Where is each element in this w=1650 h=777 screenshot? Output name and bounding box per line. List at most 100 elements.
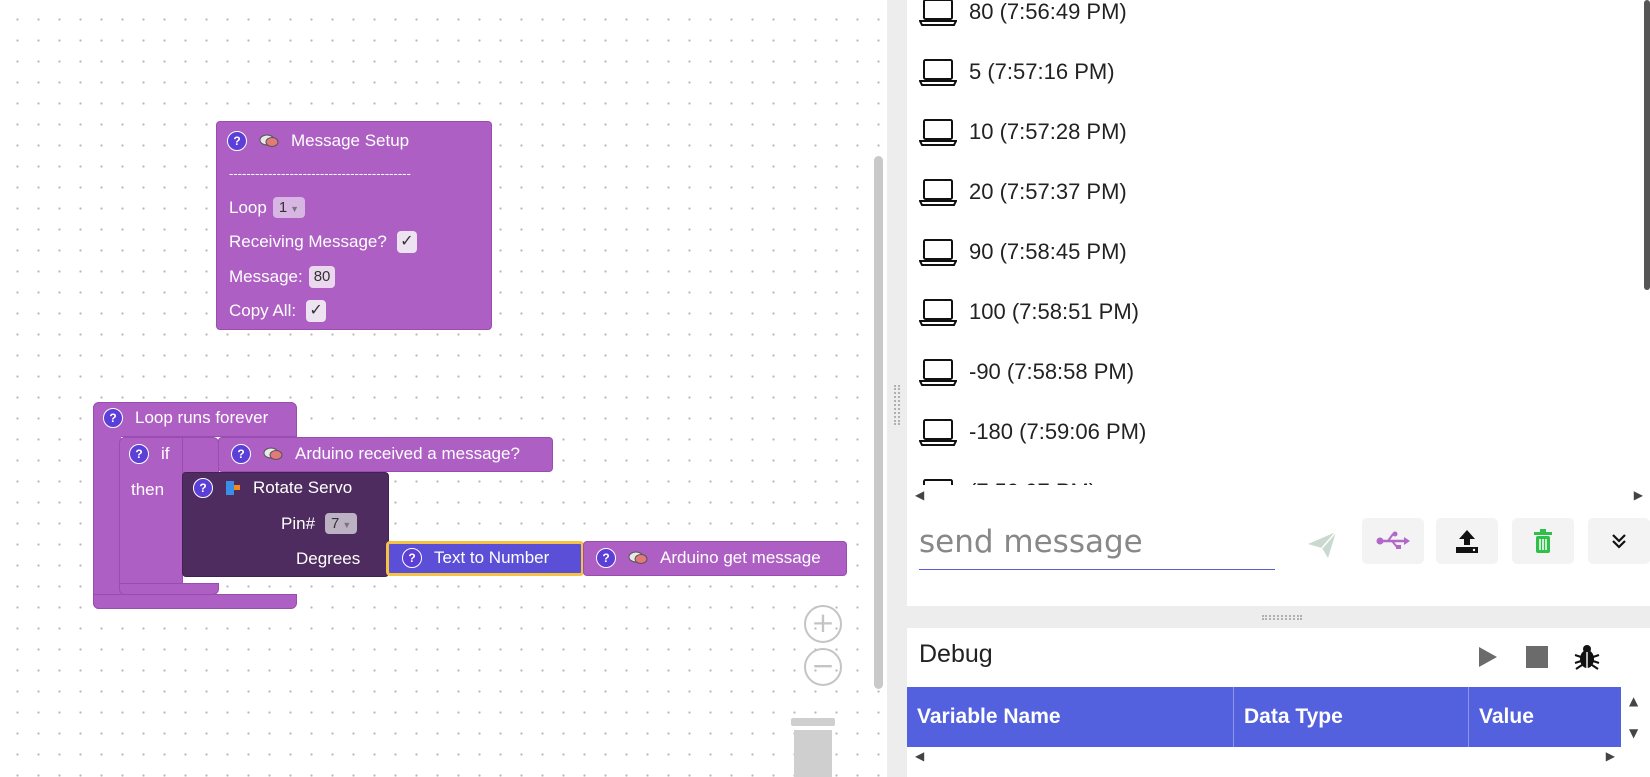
servo-icon	[226, 481, 240, 495]
serial-message-item: -90 (7:58:58 PM)	[919, 352, 1134, 392]
get-message-block[interactable]: ? Arduino get message	[583, 541, 847, 576]
trash-can-icon[interactable]	[790, 718, 836, 777]
serial-message-item: 100 (7:58:51 PM)	[919, 292, 1139, 332]
message-label: Message:	[229, 267, 303, 286]
serial-horizontal-scrollbar[interactable]: ◀ ▶	[915, 488, 1643, 504]
blockly-workspace[interactable]: ? Message Setup ------------------------…	[0, 0, 887, 777]
if-label: if	[161, 444, 170, 463]
serial-message-text: 80 (7:56:49 PM)	[969, 0, 1127, 24]
laptop-icon	[919, 478, 963, 485]
send-message-area	[907, 506, 1650, 606]
serial-message-text: 100 (7:58:51 PM)	[969, 299, 1139, 324]
get-message-label: Arduino get message	[660, 548, 821, 567]
scroll-left-arrow[interactable]: ◀	[915, 488, 924, 502]
text-to-number-label: Text to Number	[434, 548, 550, 567]
scroll-left-arrow[interactable]: ◀	[915, 749, 924, 763]
splitter-grip[interactable]	[1262, 615, 1302, 620]
degrees-label: Degrees	[296, 549, 361, 568]
help-icon[interactable]: ?	[129, 444, 149, 464]
serial-message-text: -90 (7:58:58 PM)	[969, 359, 1135, 384]
zoom-out-button[interactable]: −	[804, 648, 842, 686]
separator-text: ----------------------------------------…	[229, 166, 411, 181]
message-value-field[interactable]: 80	[308, 266, 336, 288]
chevron-double-down-icon	[1612, 534, 1626, 549]
text-to-number-block[interactable]: ? Text to Number	[386, 541, 584, 576]
trash-icon	[1534, 529, 1552, 553]
serial-message-item: (7:59:07 PM)	[919, 472, 1096, 485]
usb-connect-button[interactable]	[1362, 518, 1424, 564]
serial-message-text: 10 (7:57:28 PM)	[969, 119, 1127, 144]
debug-title: Debug	[919, 640, 993, 668]
bug-icon[interactable]	[1573, 643, 1601, 671]
debug-variables-table: Variable Name Data Type Value	[907, 687, 1621, 747]
receiving-message-checkbox[interactable]: ✓	[396, 231, 417, 253]
chat-bubbles-icon	[628, 551, 648, 564]
serial-message-list[interactable]: 80 (7:56:49 PM) 5 (7:57:16 PM) 10 (7:57:28…	[907, 0, 1647, 485]
message-setup-title: Message Setup	[291, 131, 410, 150]
scroll-right-arrow[interactable]: ▶	[1606, 749, 1615, 763]
help-icon[interactable]: ?	[103, 408, 123, 428]
help-icon[interactable]: ?	[193, 478, 213, 498]
serial-message-text: (7:59:07 PM)	[969, 479, 1096, 485]
laptop-icon	[919, 418, 963, 446]
laptop-icon	[919, 178, 963, 206]
serial-message-item: 80 (7:56:49 PM)	[919, 0, 1127, 32]
serial-message-text: 20 (7:57:37 PM)	[969, 179, 1127, 204]
send-message-input[interactable]	[919, 514, 1275, 570]
laptop-icon	[919, 58, 963, 86]
column-header-data-type[interactable]: Data Type	[1234, 687, 1469, 747]
serial-monitor-panel: 80 (7:56:49 PM) 5 (7:57:16 PM) 10 (7:57:28…	[907, 0, 1650, 606]
serial-message-item: 5 (7:57:16 PM)	[919, 52, 1115, 92]
copy-all-checkbox[interactable]: ✓	[306, 300, 327, 322]
rotate-servo-title: Rotate Servo	[253, 478, 353, 497]
vertical-splitter[interactable]	[887, 0, 907, 777]
scroll-right-arrow[interactable]: ▶	[1634, 488, 1643, 502]
serial-message-item: -180 (7:59:06 PM)	[919, 412, 1146, 452]
play-icon[interactable]	[1473, 643, 1501, 671]
workspace-vertical-scrollbar[interactable]	[874, 156, 883, 689]
condition-label: Arduino received a message?	[295, 444, 520, 463]
serial-vertical-scrollbar[interactable]	[1644, 0, 1650, 290]
scroll-up-arrow[interactable]: ▲	[1629, 694, 1638, 708]
laptop-icon	[919, 238, 963, 266]
loop-forever-title: Loop runs forever	[135, 408, 269, 427]
splitter-grip[interactable]	[894, 385, 900, 425]
chat-bubbles-icon	[259, 134, 279, 147]
upload-button[interactable]	[1436, 518, 1498, 564]
help-icon[interactable]: ?	[227, 131, 247, 151]
loop-dropdown[interactable]: 1 ▼	[272, 197, 306, 218]
clear-messages-button[interactable]	[1512, 518, 1574, 564]
help-icon[interactable]: ?	[596, 548, 616, 568]
send-icon[interactable]	[1302, 524, 1342, 564]
serial-message-text: 5 (7:57:16 PM)	[969, 59, 1115, 84]
zoom-in-button[interactable]: +	[804, 605, 842, 643]
copy-all-label: Copy All:	[229, 301, 297, 320]
serial-message-item: 20 (7:57:37 PM)	[919, 172, 1127, 212]
column-header-value[interactable]: Value	[1469, 687, 1621, 747]
debug-horizontal-scrollbar[interactable]: ◀ ▶	[915, 749, 1615, 765]
pin-label: Pin#	[281, 513, 316, 533]
chat-bubbles-icon	[263, 447, 283, 460]
message-setup-block[interactable]: ? Message Setup ------------------------…	[216, 121, 492, 330]
laptop-icon	[919, 118, 963, 146]
laptop-icon	[919, 0, 963, 26]
then-label: then	[131, 480, 165, 499]
serial-message-text: -180 (7:59:06 PM)	[969, 419, 1147, 444]
collapse-button[interactable]	[1588, 518, 1650, 564]
help-icon[interactable]: ?	[402, 548, 422, 568]
rotate-servo-block[interactable]: ? Rotate Servo Pin# 7 ▼ Degrees	[182, 472, 389, 577]
serial-message-item: 90 (7:58:45 PM)	[919, 232, 1127, 272]
stop-icon[interactable]	[1523, 643, 1551, 671]
help-icon[interactable]: ?	[231, 444, 251, 464]
serial-message-text: 90 (7:58:45 PM)	[969, 239, 1127, 264]
scroll-down-arrow[interactable]: ▼	[1629, 726, 1638, 740]
loop-label: Loop	[229, 197, 267, 217]
horizontal-splitter[interactable]	[907, 606, 1650, 628]
laptop-icon	[919, 298, 963, 326]
upload-icon	[1456, 530, 1478, 553]
received-message-condition-block[interactable]: ? Arduino received a message?	[218, 437, 553, 472]
debug-panel: Debug Variable Name Data Type Value ▲ ▼ …	[907, 628, 1650, 777]
column-header-variable-name[interactable]: Variable Name	[907, 687, 1234, 747]
laptop-icon	[919, 358, 963, 386]
pin-dropdown[interactable]: 7 ▼	[325, 513, 358, 534]
